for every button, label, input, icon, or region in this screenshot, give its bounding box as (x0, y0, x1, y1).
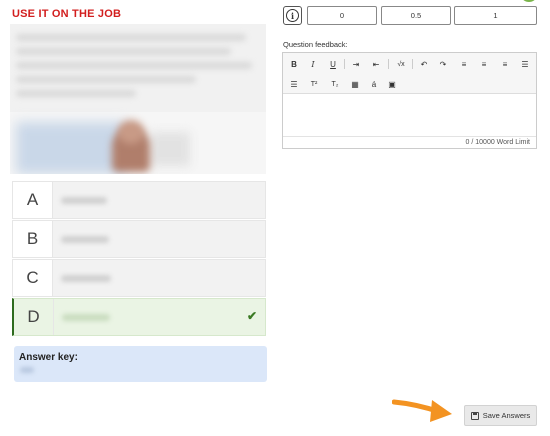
align-left-icon[interactable]: ≡ (457, 57, 471, 71)
option-letter: C (13, 260, 53, 296)
formula-icon[interactable]: √x (394, 57, 408, 71)
bold-icon[interactable]: B (287, 57, 301, 71)
question-feedback-label: Question feedback: (283, 40, 348, 49)
indent-icon[interactable]: ⇥ (349, 57, 363, 71)
section-title: USE IT ON THE JOB (12, 8, 122, 20)
image-icon[interactable]: ▣ (385, 77, 399, 91)
feedback-editor: B I U ⇥ ⇤ √x ↶ ↷ ≡ ≡ ≡ ☰ ☰ T² T₂ ▦ á ▣ 0… (282, 52, 537, 149)
answer-option-c[interactable]: C (12, 259, 266, 297)
feedback-text-area[interactable] (283, 94, 536, 136)
arrow-pointer-icon (392, 399, 452, 422)
outdent-icon[interactable]: ⇤ (369, 57, 383, 71)
table-icon[interactable]: ▦ (348, 77, 362, 91)
answer-option-a[interactable]: A (12, 181, 266, 219)
question-image (10, 24, 266, 174)
redo-icon[interactable]: ↷ (436, 57, 450, 71)
answer-key-box: Answer key: (14, 346, 267, 382)
align-center-icon[interactable]: ≡ (477, 57, 491, 71)
option-text-redacted (61, 275, 111, 282)
answer-key-label: Answer key: (19, 352, 78, 363)
answer-key-value-redacted (20, 367, 34, 373)
italic-icon[interactable]: I (306, 57, 320, 71)
info-button[interactable]: i (283, 6, 302, 25)
bulleted-list-icon[interactable]: ☰ (518, 57, 532, 71)
option-letter: D (14, 299, 54, 335)
scale-value-input[interactable]: 0.5 (381, 6, 451, 25)
scale-value-input[interactable]: 1 (454, 6, 537, 25)
word-limit-counter: 0 / 10000 Word Limit (283, 136, 536, 148)
numbered-list-icon[interactable]: ☰ (287, 77, 301, 91)
checkmark-icon: ✔ (246, 309, 257, 323)
special-character-icon[interactable]: á (367, 77, 381, 91)
undo-icon[interactable]: ↶ (417, 57, 431, 71)
option-text-redacted (61, 197, 107, 204)
subscript-icon[interactable]: T₂ (328, 77, 342, 91)
option-text-redacted (62, 314, 110, 321)
status-indicator (522, 0, 536, 2)
answer-option-b[interactable]: B (12, 220, 266, 258)
align-right-icon[interactable]: ≡ (498, 57, 512, 71)
save-answers-button[interactable]: Save Answers (464, 405, 537, 426)
floppy-disk-icon (470, 411, 479, 420)
info-icon: i (286, 9, 299, 22)
underline-icon[interactable]: U (326, 57, 340, 71)
option-text-redacted (61, 236, 109, 243)
option-letter: A (13, 182, 53, 218)
answer-option-d[interactable]: D ✔ (12, 298, 266, 336)
editor-toolbar: B I U ⇥ ⇤ √x ↶ ↷ ≡ ≡ ≡ ☰ ☰ T² T₂ ▦ á ▣ (283, 53, 536, 94)
option-letter: B (13, 221, 53, 257)
scale-value-input[interactable]: 0 (307, 6, 377, 25)
save-answers-label: Save Answers (482, 411, 531, 420)
superscript-icon[interactable]: T² (307, 77, 321, 91)
